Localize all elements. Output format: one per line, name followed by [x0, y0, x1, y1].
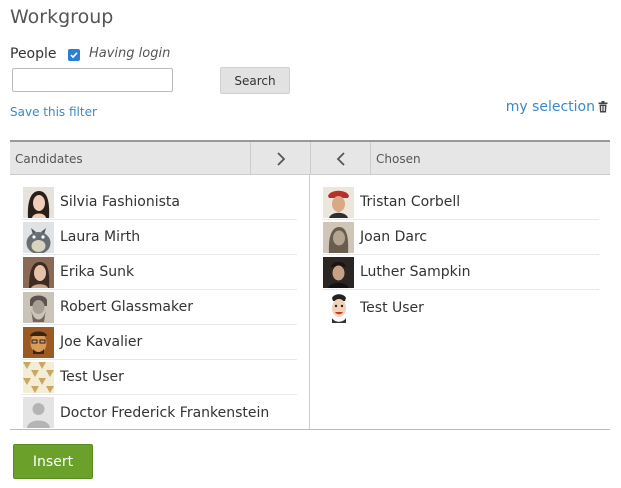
search-input[interactable]	[12, 68, 173, 92]
woman-dark-hair-avatar-icon	[23, 186, 54, 218]
having-login-checkbox[interactable]	[68, 49, 80, 61]
candidate-name: Joe Kavalier	[60, 334, 143, 350]
candidate-name: Silvia Fashionista	[60, 194, 180, 210]
default-user-avatar-icon	[23, 397, 54, 428]
page-title: Workgroup	[10, 6, 114, 28]
chosen-header: Chosen	[376, 151, 421, 166]
candidate-name: Test User	[60, 369, 124, 385]
man-with-glasses-avatar-icon	[23, 326, 54, 358]
candidate-name: Doctor Frederick Frankenstein	[60, 404, 270, 421]
chevron-left-icon	[336, 151, 345, 166]
chosen-item[interactable]: Test User	[322, 290, 599, 325]
candidate-item[interactable]: Erika Sunk	[22, 255, 297, 290]
add-selected-button[interactable]	[251, 142, 311, 175]
candidate-item[interactable]: Robert Glassmaker	[22, 290, 297, 325]
chosen-item[interactable]: Joan Darc	[322, 220, 599, 255]
cartoon-face-avatar-icon	[323, 292, 354, 323]
chevron-right-icon	[276, 151, 285, 166]
man-red-hat-avatar-icon	[323, 186, 354, 218]
insert-button[interactable]: Insert	[13, 444, 93, 479]
totoro-avatar-icon	[23, 221, 54, 253]
chosen-name: Test User	[360, 299, 424, 316]
people-label: People	[10, 46, 57, 62]
woman-painting-avatar-icon	[23, 256, 54, 288]
man-dark-portrait-avatar-icon	[323, 256, 354, 288]
chosen-name: Joan Darc	[360, 229, 428, 245]
search-button[interactable]: Search	[220, 67, 290, 94]
gold-pattern-avatar-icon	[23, 361, 54, 393]
woman-sketch-avatar-icon	[323, 221, 354, 253]
save-filter-link[interactable]: Save this filter	[10, 105, 97, 119]
candidate-item[interactable]: Silvia Fashionista	[22, 185, 297, 220]
leonardo-sketch-avatar-icon	[23, 291, 54, 323]
my-selection-label: my selection	[505, 99, 595, 115]
candidate-item[interactable]: Doctor Frederick Frankenstein	[22, 395, 297, 430]
chosen-name: Luther Sampkin	[360, 264, 471, 280]
remove-selected-button[interactable]	[311, 142, 371, 175]
trash-icon[interactable]	[598, 101, 608, 113]
chosen-list: Tristan Corbell Joan Darc Luther Sampkin	[322, 185, 599, 325]
candidate-item[interactable]: Laura Mirth	[22, 220, 297, 255]
candidates-list: Silvia Fashionista Laura Mirth Erika Sun…	[22, 185, 297, 430]
chosen-name: Tristan Corbell	[360, 194, 461, 210]
checkmark-icon	[70, 52, 78, 59]
panel-divider	[309, 175, 310, 430]
candidate-name: Robert Glassmaker	[60, 299, 193, 315]
panel-header: Candidates Chosen	[10, 140, 610, 175]
candidate-item[interactable]: Joe Kavalier	[22, 325, 297, 360]
candidate-name: Laura Mirth	[60, 229, 141, 245]
my-selection-link[interactable]: my selection	[506, 99, 608, 115]
selection-panel: Candidates Chosen Silvia Fashionista Lau…	[10, 140, 610, 430]
candidate-item[interactable]: Test User	[22, 360, 297, 395]
chosen-item[interactable]: Tristan Corbell	[322, 185, 599, 220]
having-login-label: Having login	[89, 46, 171, 61]
panel-bottom-border	[10, 429, 610, 430]
chosen-item[interactable]: Luther Sampkin	[322, 255, 599, 290]
candidates-header: Candidates	[10, 142, 251, 175]
candidate-name: Erika Sunk	[60, 264, 135, 280]
